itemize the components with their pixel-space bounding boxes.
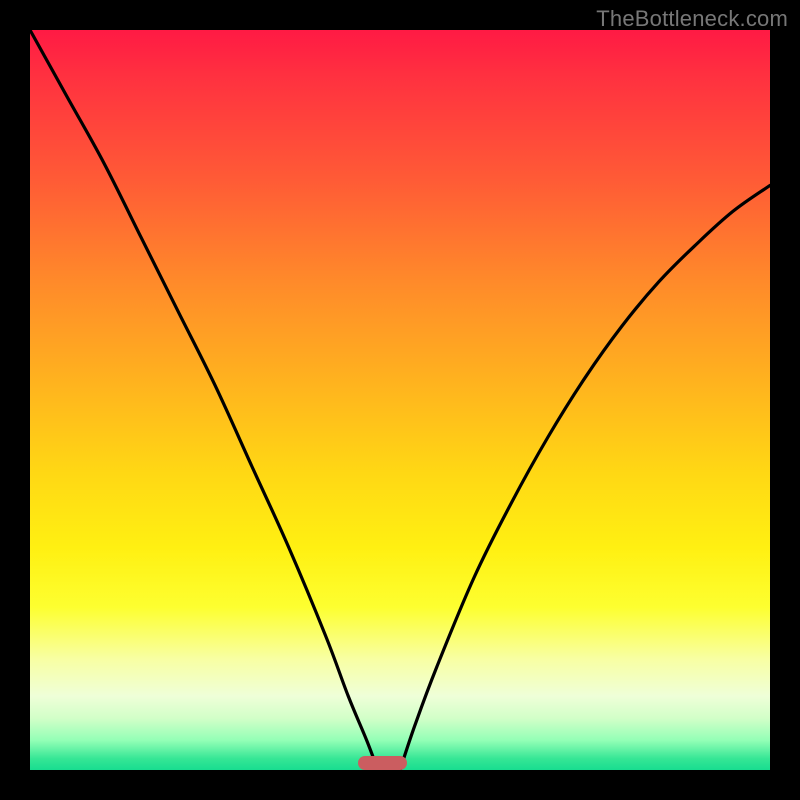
watermark-text: TheBottleneck.com [596,6,788,32]
plot-area [30,30,770,770]
chart-frame: TheBottleneck.com [0,0,800,800]
left-curve [30,30,378,770]
bottleneck-marker [358,756,407,770]
curve-layer [30,30,770,770]
right-curve [400,185,770,770]
